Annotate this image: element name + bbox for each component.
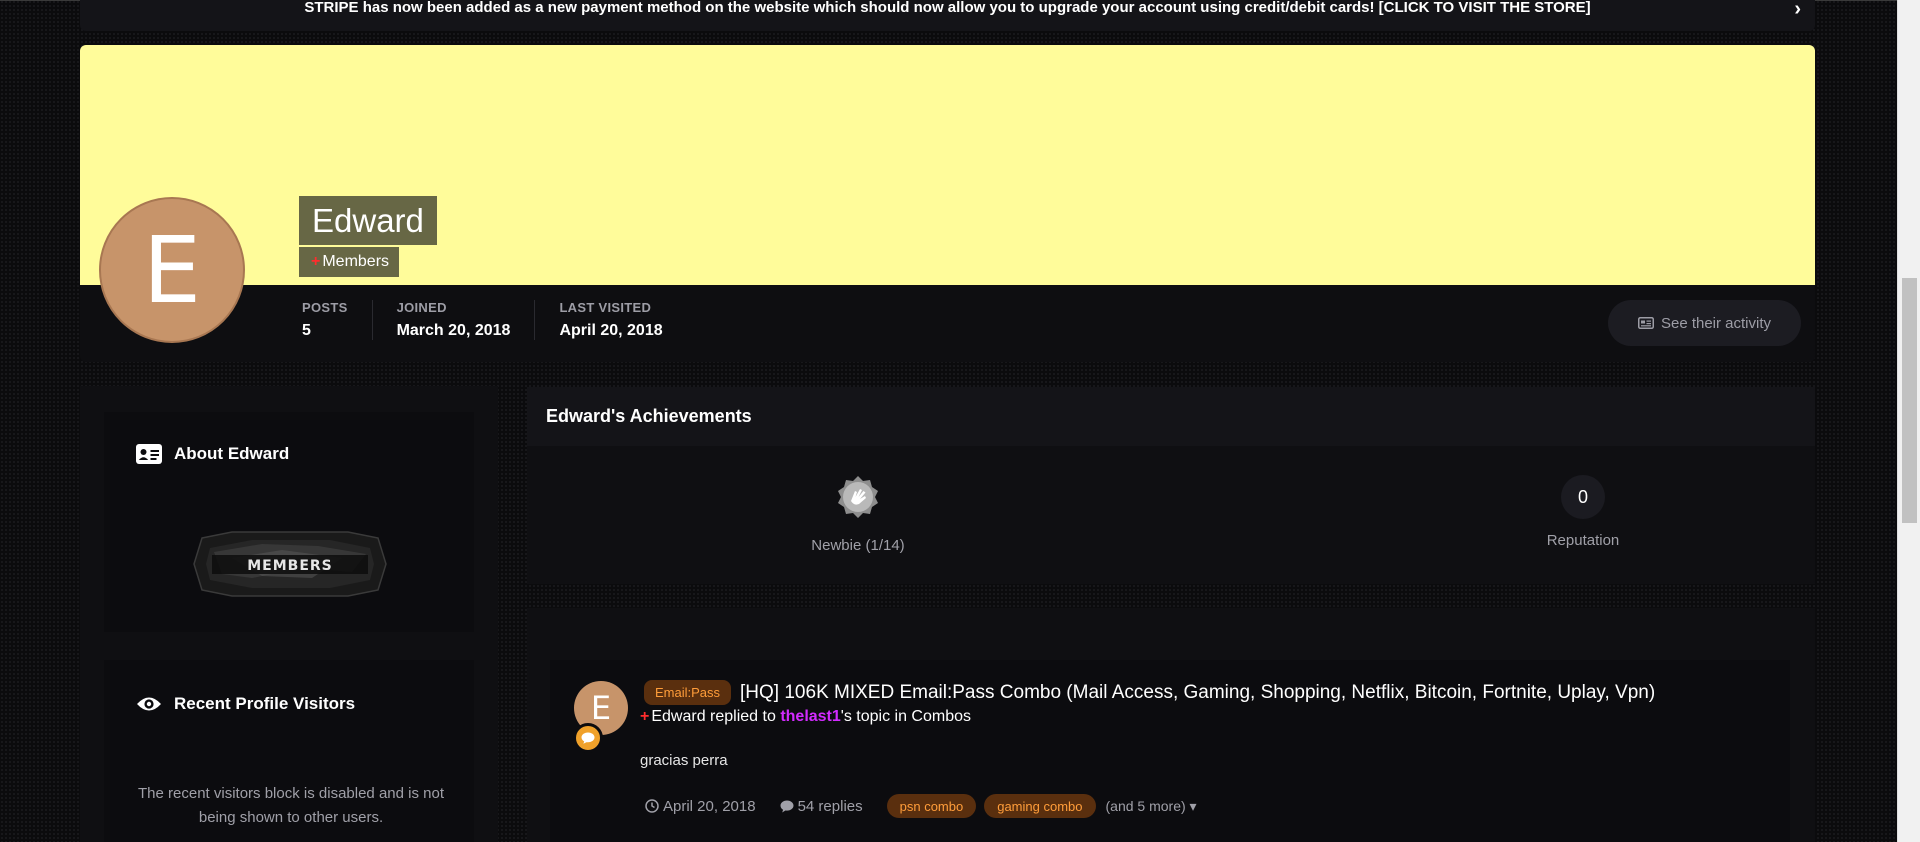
caret-down-icon: ▾: [1189, 797, 1197, 814]
reputation-achievement[interactable]: 0 Reputation: [1483, 475, 1683, 549]
more-tags-text: (and 5 more): [1105, 797, 1186, 814]
feed-avatar-letter: E: [590, 689, 612, 727]
reply-count: 54 replies: [780, 798, 863, 815]
stat-label: POSTS: [302, 300, 348, 315]
achievements-title: Edward's Achievements: [527, 387, 1815, 446]
feed-action-text: replied to: [705, 708, 781, 725]
announcement-bar[interactable]: STRIPE has now been added as a new payme…: [80, 0, 1815, 31]
see-activity-label: See their activity: [1660, 314, 1772, 332]
visitors-title: Recent Profile Visitors: [136, 694, 355, 714]
stat-joined: JOINED March 20, 2018: [397, 300, 536, 340]
tag-gaming-combo[interactable]: gaming combo: [984, 794, 1096, 818]
profile-avatar[interactable]: E: [99, 197, 245, 343]
group-plus-icon: +: [640, 708, 650, 725]
achievements-panel: Edward's Achievements Newbie (1/14) 0 Re…: [527, 387, 1815, 584]
stat-last-visited: LAST VISITED April 20, 2018: [559, 300, 686, 340]
rank-achievement[interactable]: Newbie (1/14): [758, 475, 958, 554]
about-panel: About Edward MEMBERS: [104, 412, 474, 632]
profile-name: Edward: [299, 196, 437, 245]
profile-group-text: Members: [322, 253, 390, 270]
stat-value: April 20, 2018: [559, 322, 663, 339]
rank-label: Newbie (1/14): [811, 537, 905, 554]
members-group-banner: MEMBERS: [193, 531, 387, 597]
reputation-count: 0: [1561, 475, 1605, 519]
visitors-title-text: Recent Profile Visitors: [174, 694, 356, 713]
newbie-rank-badge-icon: [838, 476, 878, 518]
id-card-icon: [136, 444, 162, 464]
comment-icon: [780, 800, 794, 812]
topic-author-link[interactable]: thelast1: [780, 708, 840, 725]
more-tags-toggle[interactable]: (and 5 more) ▾: [1106, 798, 1197, 815]
post-date-text: April 20, 2018: [663, 797, 756, 815]
comment-bubble-icon: [573, 723, 603, 753]
profile-group: + Members: [299, 247, 400, 277]
profile-stats: POSTS 5 JOINED March 20, 2018 LAST VISIT…: [302, 300, 711, 340]
feed-forum-text: 's topic in Combos: [840, 708, 971, 725]
tag-psn-combo[interactable]: psn combo: [886, 794, 977, 818]
announcement-text[interactable]: STRIPE has now been added as a new payme…: [304, 0, 1590, 16]
about-title-text: About Edward: [174, 444, 290, 463]
stat-value: 5: [302, 322, 311, 339]
visitors-panel: Recent Profile Visitors The recent visit…: [104, 660, 474, 842]
reputation-label: Reputation: [1546, 532, 1620, 549]
clock-icon: [645, 799, 659, 813]
activity-feed-icon: [1637, 317, 1654, 329]
feed-footer: April 20, 2018 54 replies psn combo gami…: [645, 794, 1197, 818]
chevron-right-icon[interactable]: ›: [1794, 0, 1801, 21]
feed-meta: + Edward replied to thelast1's topic in C…: [640, 708, 971, 726]
see-activity-button[interactable]: See their activity: [1608, 300, 1801, 346]
stat-posts: POSTS 5: [302, 300, 373, 340]
about-title: About Edward: [136, 444, 289, 464]
page-scrollbar[interactable]: [1897, 0, 1920, 842]
group-plus-icon: +: [311, 253, 321, 270]
stat-value: March 20, 2018: [396, 322, 511, 339]
members-banner-text: MEMBERS: [247, 558, 333, 574]
feed-user-link[interactable]: Edward: [651, 708, 705, 725]
eye-icon: [137, 697, 161, 711]
stat-label: JOINED: [396, 300, 447, 315]
visitors-disabled-message: The recent visitors block is disabled an…: [138, 785, 444, 826]
reply-count-text: 54 replies: [797, 797, 863, 815]
post-snippet: gracias perra: [640, 752, 728, 769]
profile-name-text: Edward: [312, 201, 424, 239]
topic-prefix-tag[interactable]: Email:Pass: [644, 680, 732, 705]
stat-label: LAST VISITED: [559, 300, 652, 315]
post-date[interactable]: April 20, 2018: [645, 798, 756, 815]
scrollbar-thumb[interactable]: [1902, 278, 1917, 523]
topic-title-link[interactable]: [HQ] 106K MIXED Email:Pass Combo (Mail A…: [740, 682, 1655, 704]
avatar-letter: E: [142, 216, 202, 324]
feed-title-row: Email:Pass [HQ] 106K MIXED Email:Pass Co…: [644, 680, 1655, 705]
